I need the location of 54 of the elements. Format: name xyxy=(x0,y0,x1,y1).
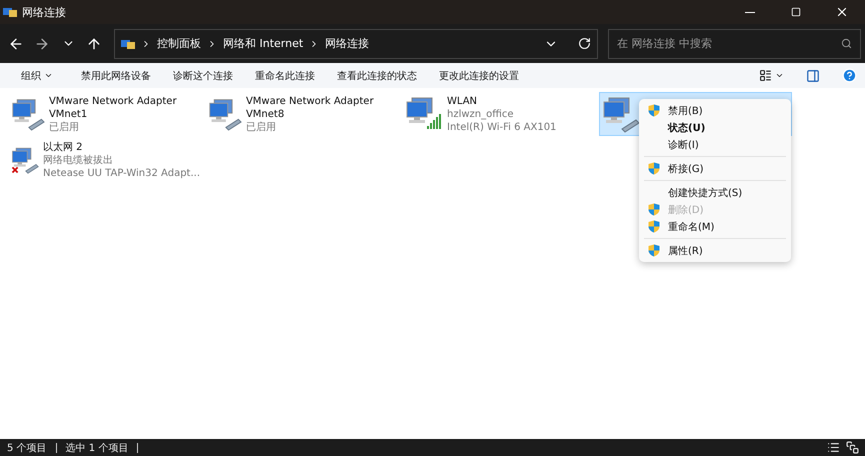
menu-item[interactable]: 状态(U) xyxy=(642,119,788,136)
selection-count: 选中 1 个项目 xyxy=(66,442,128,454)
help-icon xyxy=(842,68,857,83)
menu-item[interactable]: 禁用(B) xyxy=(642,102,788,119)
breadcrumb[interactable]: 网络连接 xyxy=(325,36,370,51)
connection-name: WLAN xyxy=(447,95,478,108)
menu-item[interactable]: 重命名(M) xyxy=(642,218,788,235)
toolbar-command[interactable]: 诊断这个连接 xyxy=(162,68,244,82)
address-field[interactable]: 控制面板 网络和 Internet 网络连接 xyxy=(114,28,598,58)
menu-item[interactable]: 创建快捷方式(S) xyxy=(642,184,788,201)
connection-name: VMware Network Adapter VMnet1 xyxy=(48,95,178,121)
connection-status: 网络电缆被拔出 xyxy=(42,154,114,167)
menu-item[interactable]: 属性(R) xyxy=(642,242,788,259)
toolbar-command[interactable]: 查看此连接的状态 xyxy=(326,68,428,82)
connection-item[interactable]: VMware Network Adapter VMnet1 已启用 xyxy=(8,92,203,136)
connection-item[interactable]: VMware Network Adapter VMnet8 已启用 xyxy=(205,92,400,136)
breadcrumb[interactable]: 网络和 Internet xyxy=(223,36,304,51)
wired-network-icon xyxy=(602,95,640,133)
caret-icon xyxy=(44,71,53,80)
connection-item[interactable]: 以太网 2 网络电缆被拔出 Netease UU TAP-Win32 Adapt... xyxy=(8,138,203,182)
connection-status: 已启用 xyxy=(246,121,277,134)
caret-icon xyxy=(775,71,784,80)
connection-name: 以太网 2 xyxy=(42,141,84,154)
toolbar-command[interactable]: 重命名此连接 xyxy=(244,68,326,82)
toolbar-command[interactable]: 更改此连接的设置 xyxy=(428,68,530,82)
shield-icon xyxy=(648,220,660,233)
refresh-icon[interactable] xyxy=(578,37,591,50)
shield-icon xyxy=(648,203,660,216)
item-count: 5 个项目 xyxy=(7,442,47,454)
connection-status: hzlwzn_office xyxy=(447,108,515,121)
network-folder-icon xyxy=(3,6,17,18)
control-panel-icon xyxy=(121,38,135,50)
details-view-icon[interactable] xyxy=(827,441,840,454)
adapter-name: Intel(R) Wi-Fi 6 AX101 xyxy=(447,121,556,134)
pane-icon xyxy=(806,68,820,82)
connection-item[interactable]: WLAN hzlwzn_office Intel(R) Wi-Fi 6 AX101 xyxy=(402,92,597,136)
maximize-icon xyxy=(791,7,801,17)
connection-status: 已启用 xyxy=(48,121,80,134)
shield-icon xyxy=(648,104,660,117)
menu-item[interactable]: 诊断(I) xyxy=(642,136,788,153)
forward-arrow-icon xyxy=(34,36,50,52)
search-icon xyxy=(841,38,852,49)
toolbar-command[interactable]: 禁用此网络设备 xyxy=(70,68,162,82)
close-icon xyxy=(835,5,849,19)
menu-item[interactable]: 桥接(G) xyxy=(642,160,788,177)
window-title: 网络连接 xyxy=(22,4,67,20)
adapter-name: Netease UU TAP-Win32 Adapt... xyxy=(42,167,200,180)
breadcrumb[interactable]: 控制面板 xyxy=(157,36,201,51)
shield-icon xyxy=(648,244,660,257)
search-field[interactable]: 在 网络连接 中搜索 xyxy=(608,28,861,58)
list-view-icon xyxy=(759,69,772,82)
shield-icon xyxy=(648,162,660,175)
connection-name: VMware Network Adapter VMnet8 xyxy=(246,95,375,121)
organize-menu[interactable]: 组织 xyxy=(10,68,64,82)
